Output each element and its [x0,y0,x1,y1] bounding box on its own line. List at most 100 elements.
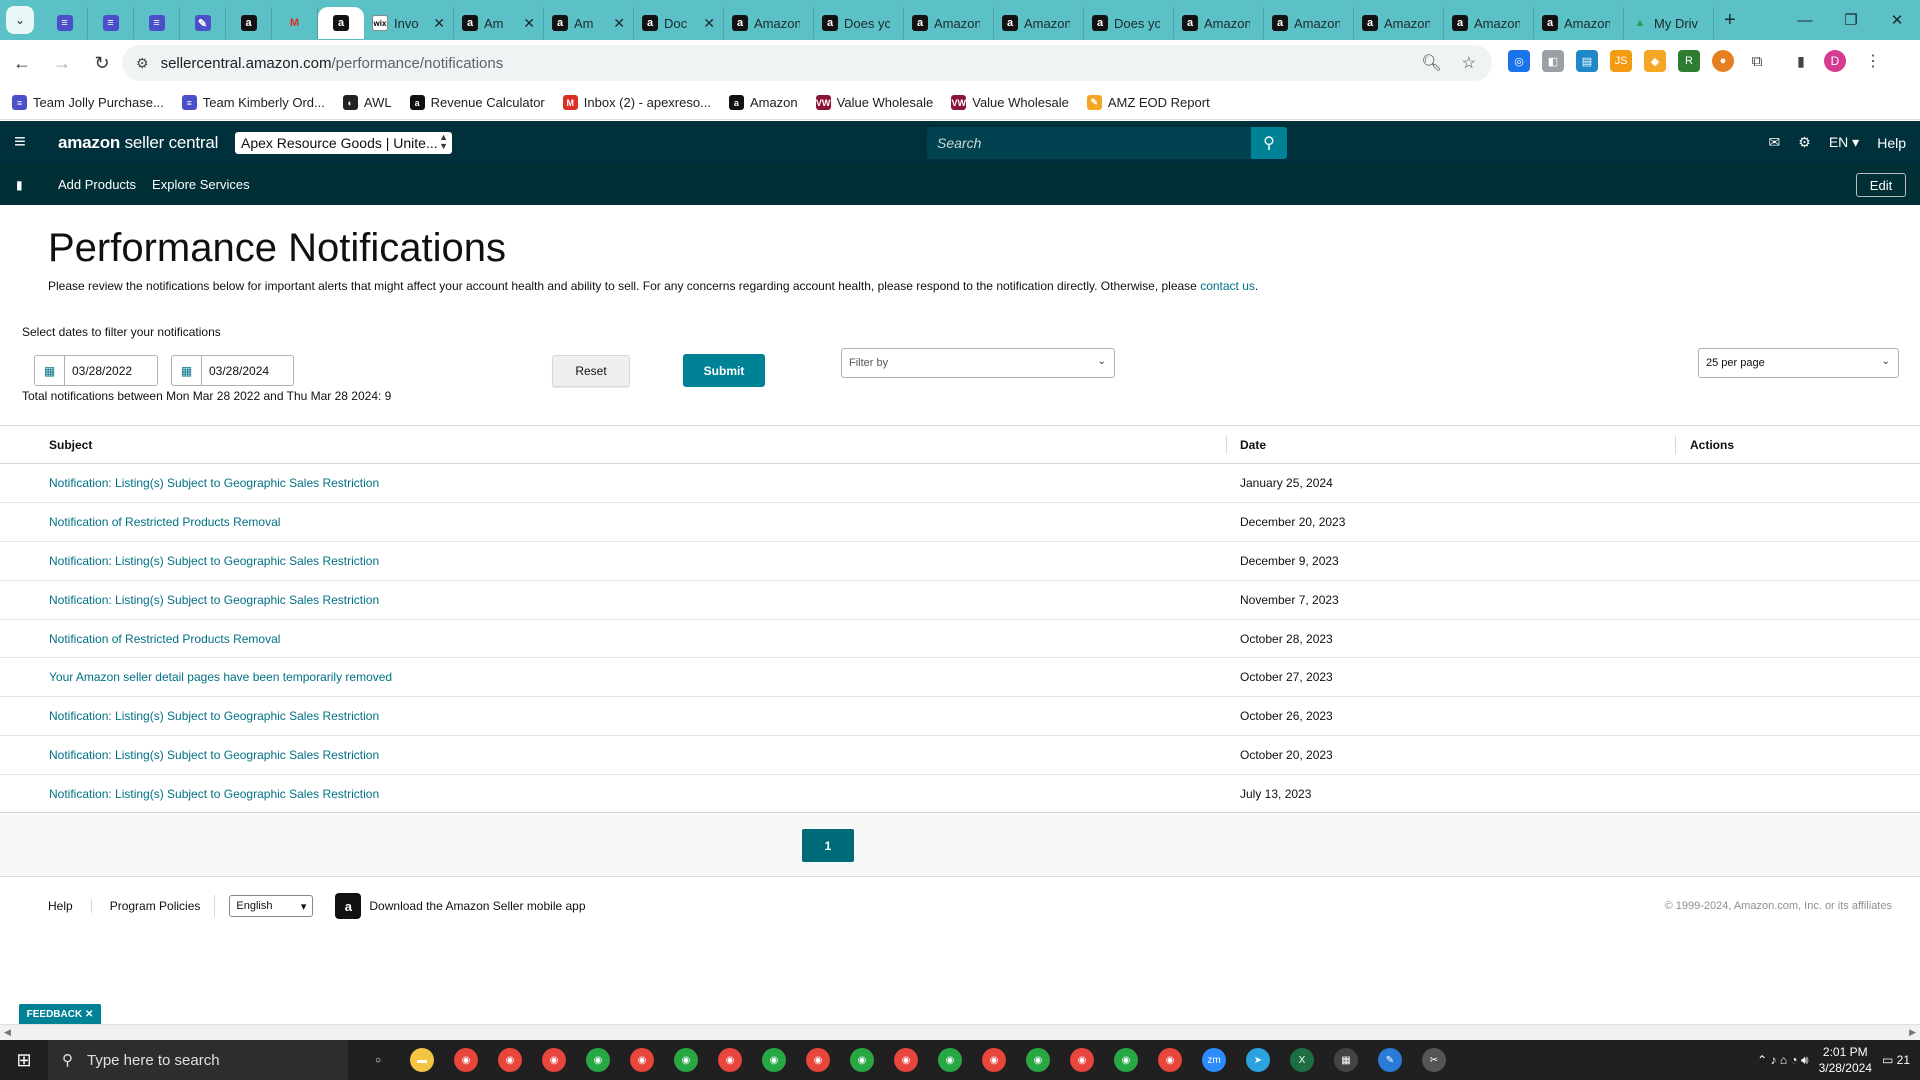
browser-tab[interactable]: a Does yo [1084,7,1174,39]
footer-language-select[interactable]: English ▾ [229,895,314,917]
browser-tab[interactable]: a Am ✕ [544,7,634,39]
task-view-icon[interactable]: ○ [356,1040,400,1080]
extension-icon[interactable]: R [1678,50,1700,72]
bookmark-item[interactable]: M Inbox (2) - apexreso... [562,95,711,110]
chrome-icon[interactable]: ◉ [576,1040,620,1080]
chrome-icon[interactable]: ◉ [488,1040,532,1080]
notification-subject-link[interactable]: Notification: Listing(s) Subject to Geog… [49,593,379,607]
calendar-icon[interactable]: ▦ [35,356,65,385]
zoom-icon[interactable]: 🔍︎ [1421,53,1441,73]
extension-icon[interactable]: ● [1712,50,1734,72]
add-products-link[interactable]: Add Products [58,177,136,192]
browser-tab[interactable]: a Am ✕ [454,7,544,39]
program-policies-link[interactable]: Program Policies [90,899,200,913]
notification-subject-link[interactable]: Notification: Listing(s) Subject to Geog… [49,476,379,490]
hamburger-menu-icon[interactable]: ≡ [0,121,40,164]
amazon-seller-central-logo[interactable]: amazon seller central [58,133,218,153]
browser-tab[interactable]: ≡ [42,7,88,39]
browser-tab[interactable]: a Amazon [1174,7,1264,39]
submit-button[interactable]: Submit [683,354,765,387]
site-info-icon[interactable]: ⚙ [136,55,149,72]
profile-avatar[interactable]: D [1824,50,1846,72]
help-link[interactable]: Help [1877,135,1906,151]
chrome-icon[interactable]: ◉ [1104,1040,1148,1080]
bookmark-item[interactable]: ≡ Team Jolly Purchase... [12,95,164,110]
bookmark-icon[interactable]: ▮ [16,178,26,192]
excel-icon[interactable]: X [1280,1040,1324,1080]
extension-icon[interactable]: JS [1610,50,1632,72]
chrome-icon[interactable]: ◉ [752,1040,796,1080]
tab-search-button[interactable]: ⌄ [6,6,34,34]
browser-tab[interactable]: ≡ [88,7,134,39]
browser-tab[interactable]: a Amazon [1354,7,1444,39]
end-date-input[interactable]: ▦ 03/28/2024 [171,355,294,386]
browser-tab[interactable]: ▲ My Driv [1624,7,1714,39]
file-explorer-icon[interactable]: ▬ [400,1040,444,1080]
edit-button[interactable]: Edit [1856,173,1906,197]
minimize-icon[interactable]: — [1782,0,1828,40]
scroll-right-icon[interactable]: ▶ [1909,1027,1916,1038]
chrome-icon[interactable]: ◉ [928,1040,972,1080]
language-selector[interactable]: EN ▾ [1829,134,1859,151]
chrome-icon[interactable]: ◉ [1060,1040,1104,1080]
notification-subject-link[interactable]: Your Amazon seller detail pages have bee… [49,670,392,684]
horizontal-scrollbar[interactable]: ◀ ▶ [0,1024,1920,1040]
contact-us-link[interactable]: contact us [1200,279,1255,293]
browser-tab[interactable]: a [226,7,272,39]
chrome-icon[interactable]: ◉ [620,1040,664,1080]
chrome-icon[interactable]: ◉ [444,1040,488,1080]
footer-help-link[interactable]: Help [48,899,73,913]
notification-subject-link[interactable]: Notification: Listing(s) Subject to Geog… [49,787,379,801]
back-button[interactable]: ← [4,45,40,81]
chrome-icon[interactable]: ◉ [796,1040,840,1080]
zoom-app-icon[interactable]: zm [1192,1040,1236,1080]
scroll-left-icon[interactable]: ◀ [4,1027,11,1038]
telegram-icon[interactable]: ➤ [1236,1040,1280,1080]
close-window-icon[interactable]: ✕ [1874,0,1920,40]
notification-subject-link[interactable]: Notification of Restricted Products Remo… [49,632,280,646]
browser-tab[interactable]: ✎ [180,7,226,39]
filter-by-select[interactable]: Filter by ⌄ [841,348,1115,378]
forward-button[interactable]: → [44,45,80,81]
restore-icon[interactable]: ❐ [1828,0,1874,40]
browser-tab[interactable]: a Does yo [814,7,904,39]
browser-tab[interactable]: a Amazon [1534,7,1624,39]
calendar-icon[interactable]: ▦ [172,356,202,385]
browser-tab[interactable]: a Amazon [1264,7,1354,39]
close-tab-icon[interactable]: ✕ [523,15,535,32]
extension-icon[interactable]: ◎ [1508,50,1530,72]
bookmark-item[interactable]: ◐ AWL [342,95,392,110]
chrome-icon[interactable]: ◉ [664,1040,708,1080]
mail-icon[interactable]: ✉ [1769,134,1781,151]
bookmark-item[interactable]: VW Value Wholesale [951,95,1069,110]
bookmark-item[interactable]: a Revenue Calculator [409,95,545,110]
notifications-icon[interactable]: ▭ 21 [1882,1053,1910,1067]
bookmark-item[interactable]: VW Value Wholesale [815,95,933,110]
snip-icon[interactable]: ✂ [1412,1040,1456,1080]
extension-icon[interactable]: ◆ [1644,50,1666,72]
gear-icon[interactable]: ⚙ [1798,134,1811,151]
calculator-icon[interactable]: ▦ [1324,1040,1368,1080]
chrome-icon[interactable]: ◉ [708,1040,752,1080]
bookmark-item[interactable]: ✎ AMZ EOD Report [1086,95,1210,110]
browser-tab[interactable]: a Amazon [1444,7,1534,39]
search-button[interactable]: ⚲ [1251,127,1287,159]
subject-column-header[interactable]: Subject [49,438,92,452]
browser-tab[interactable]: ≡ [134,7,180,39]
extension-icon[interactable]: ◧ [1542,50,1564,72]
browser-tab[interactable]: wix Invo ✕ [364,7,454,39]
close-tab-icon[interactable]: ✕ [703,15,715,32]
explore-services-link[interactable]: Explore Services [152,177,250,192]
new-tab-button[interactable]: + [1724,9,1736,32]
reload-button[interactable]: ↻ [84,45,120,81]
notification-subject-link[interactable]: Notification of Restricted Products Remo… [49,515,280,529]
windows-start-icon[interactable]: ⊞ [0,1040,48,1080]
notification-subject-link[interactable]: Notification: Listing(s) Subject to Geog… [49,554,379,568]
search-input[interactable]: Search [927,127,1251,159]
browser-tab[interactable]: a Amazon [904,7,994,39]
chrome-icon[interactable]: ◉ [1148,1040,1192,1080]
sidepanel-icon[interactable]: ▮ [1790,50,1812,72]
puzzle-icon[interactable]: ⧉ [1746,50,1768,72]
bookmark-star-icon[interactable]: ☆ [1462,53,1476,73]
address-bar[interactable]: ⚙ sellercentral.amazon.com/performance/n… [122,45,1492,81]
